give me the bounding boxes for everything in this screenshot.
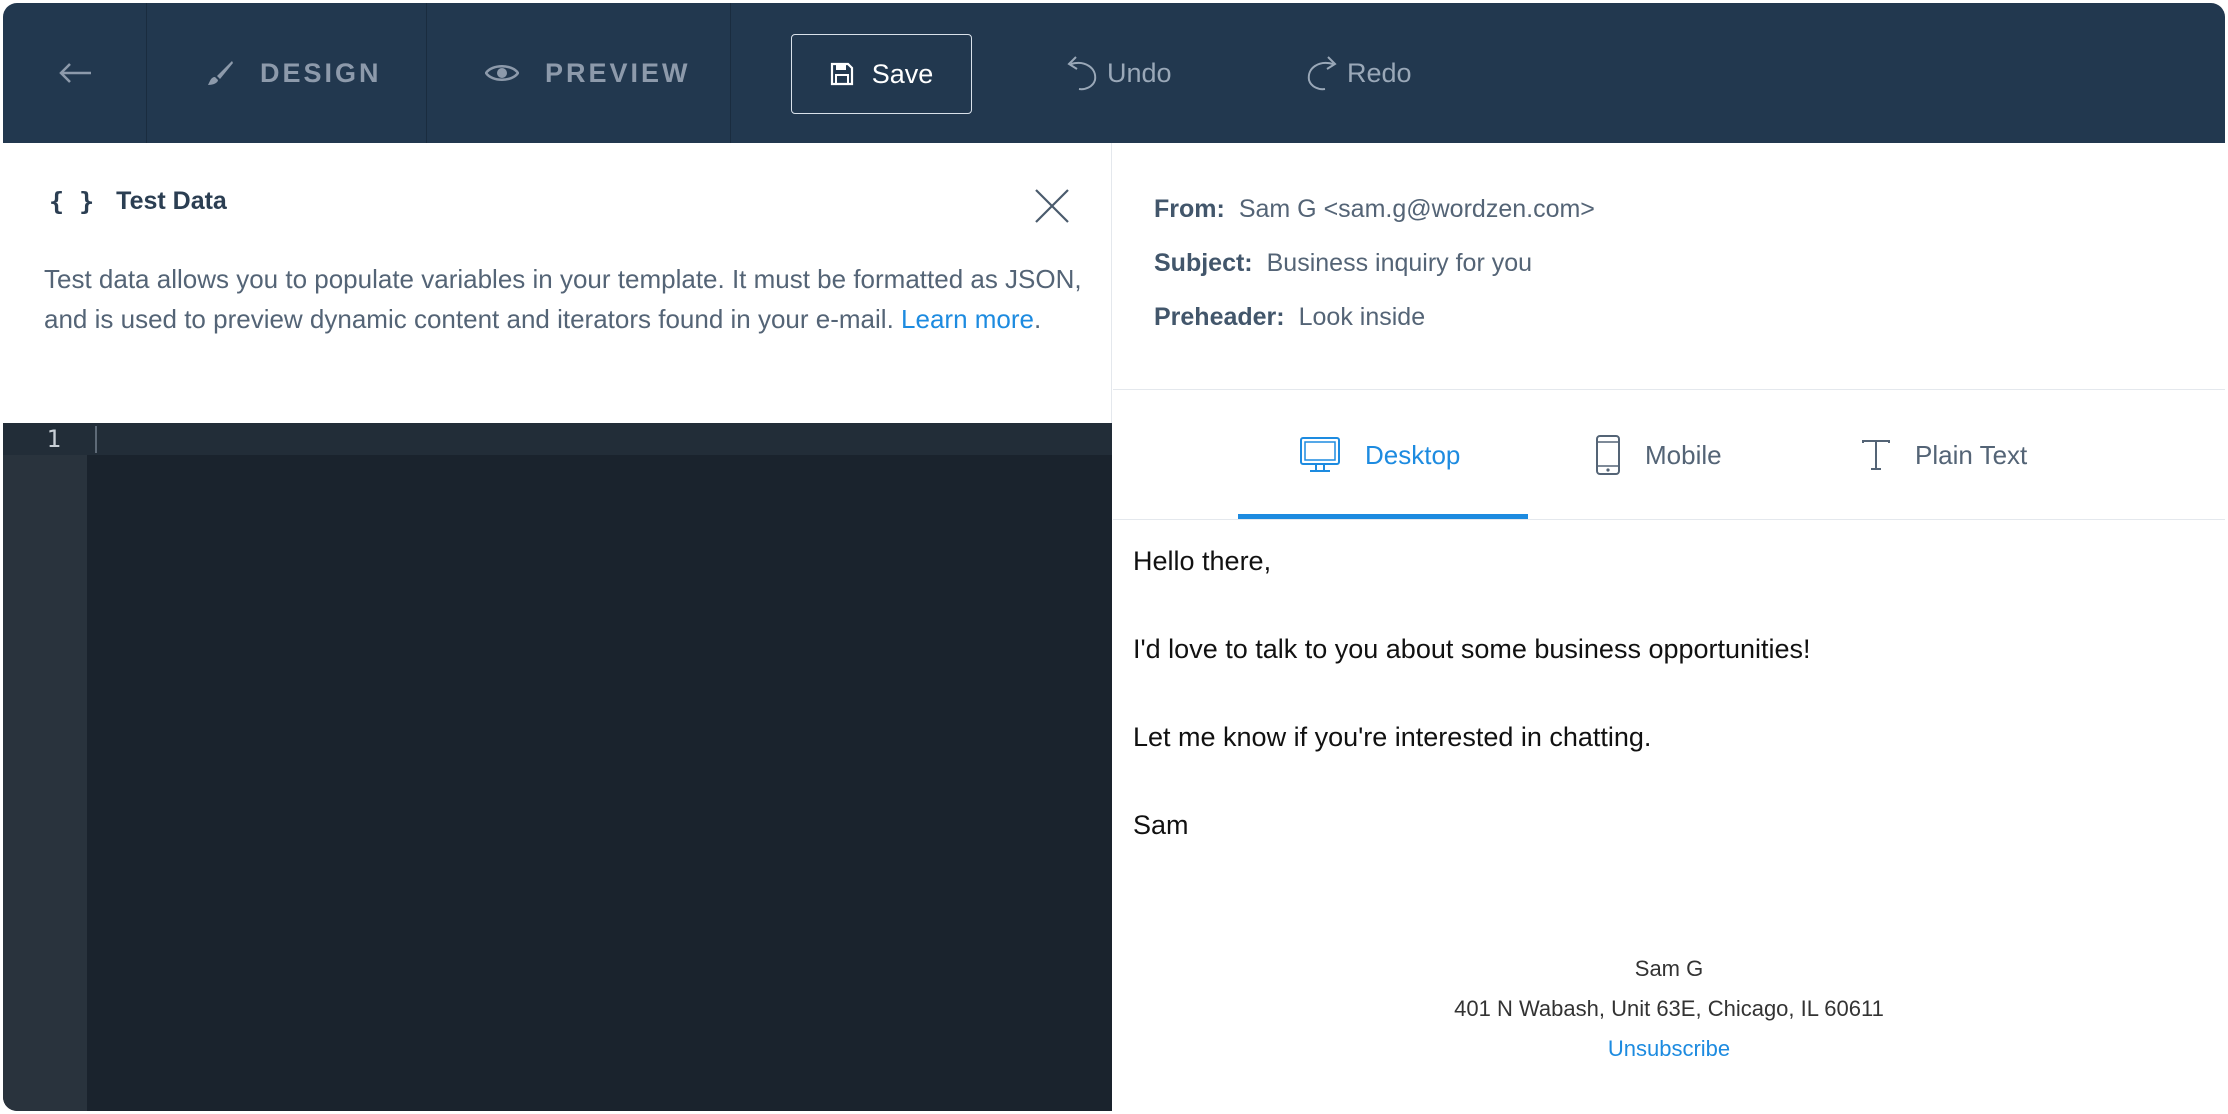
top-toolbar: DESIGN PREVIEW Save Undo Redo: [3, 3, 2225, 143]
learn-more-link[interactable]: Learn more: [901, 304, 1034, 334]
email-line: Sam: [1133, 810, 1189, 840]
toolbar-divider: [730, 3, 731, 143]
preheader-value: Look inside: [1298, 303, 1426, 331]
tab-mobile-label: Mobile: [1645, 439, 1722, 470]
editor-gutter: [3, 423, 87, 1111]
from-row: From: Sam G <sam.g@wordzen.com>: [1154, 195, 1595, 224]
test-data-description: Test data allows you to populate variabl…: [44, 259, 1084, 339]
text-cursor: [95, 426, 97, 453]
app-window: DESIGN PREVIEW Save Undo Redo {} Test D…: [3, 3, 2225, 1111]
preheader-label: Preheader:: [1154, 303, 1285, 331]
footer-address: 401 N Wabash, Unit 63E, Chicago, IL 6061…: [1454, 996, 1884, 1021]
arrow-left-icon: [58, 63, 91, 83]
undo-button[interactable]: Undo: [1065, 3, 1172, 143]
save-button-label: Save: [871, 58, 934, 89]
footer-name: Sam G: [1634, 956, 1704, 981]
undo-label: Undo: [1107, 57, 1172, 88]
editor-active-line: [3, 423, 1112, 455]
toolbar-divider: [146, 3, 147, 143]
redo-icon: [1307, 56, 1337, 91]
braces-icon: { }: [49, 187, 95, 216]
test-data-header: { } Test Data: [49, 187, 227, 216]
tab-plain-text[interactable]: Plain Text: [1861, 390, 2027, 520]
design-tab[interactable]: DESIGN: [206, 3, 382, 143]
test-data-panel: { } Test Data Test data allows you to po…: [3, 143, 1112, 1111]
email-preview-panel: From: Sam G <sam.g@wordzen.com> Subject: B…: [1113, 143, 2225, 1111]
undo-icon: [1067, 56, 1097, 91]
email-line: Let me know if you're interested in chat…: [1133, 722, 1652, 752]
back-button[interactable]: [3, 3, 146, 143]
active-tab-indicator: [1238, 514, 1528, 519]
text-icon: [1862, 440, 1890, 470]
design-tab-label: DESIGN: [260, 57, 382, 88]
redo-button[interactable]: Redo: [1305, 3, 1412, 143]
tab-desktop-label: Desktop: [1365, 439, 1461, 470]
preview-tab-label: PREVIEW: [545, 57, 691, 88]
toolbar-divider: [426, 3, 427, 143]
test-data-title: Test Data: [116, 187, 227, 215]
close-button[interactable]: [1033, 187, 1071, 225]
email-line: Hello there,: [1133, 546, 1272, 576]
email-line: I'd love to talk to you about some busin…: [1133, 634, 1811, 664]
from-value: Sam G <sam.g@wordzen.com>: [1238, 195, 1595, 223]
tab-desktop[interactable]: Desktop: [1299, 390, 1460, 520]
redo-label: Redo: [1347, 57, 1412, 88]
unsubscribe-link[interactable]: Unsubscribe: [1608, 1036, 1730, 1061]
footer-unsubscribe: Unsubscribe: [1113, 1036, 2225, 1062]
save-button[interactable]: Save: [791, 34, 972, 114]
eye-icon: [485, 65, 519, 81]
from-label: From:: [1154, 195, 1225, 223]
mobile-icon: [1596, 435, 1620, 475]
brush-icon: [208, 61, 233, 85]
description-period: .: [1034, 304, 1042, 334]
device-tabs: Desktop Mobile Plain Text: [1113, 390, 2225, 520]
tab-mobile[interactable]: Mobile: [1595, 390, 1722, 520]
line-number: 1: [46, 425, 61, 453]
subject-label: Subject:: [1154, 249, 1253, 277]
close-icon: [1035, 189, 1069, 223]
preview-tab[interactable]: PREVIEW: [485, 3, 691, 143]
subject-value: Business inquiry for you: [1266, 249, 1533, 277]
tab-plain-text-label: Plain Text: [1915, 439, 2028, 470]
save-icon: [830, 62, 853, 86]
desktop-icon: [1300, 437, 1340, 472]
json-code-editor[interactable]: 1: [3, 423, 1112, 1111]
preheader-row: Preheader: Look inside: [1154, 303, 1425, 332]
subject-row: Subject: Business inquiry for you: [1154, 249, 1532, 278]
